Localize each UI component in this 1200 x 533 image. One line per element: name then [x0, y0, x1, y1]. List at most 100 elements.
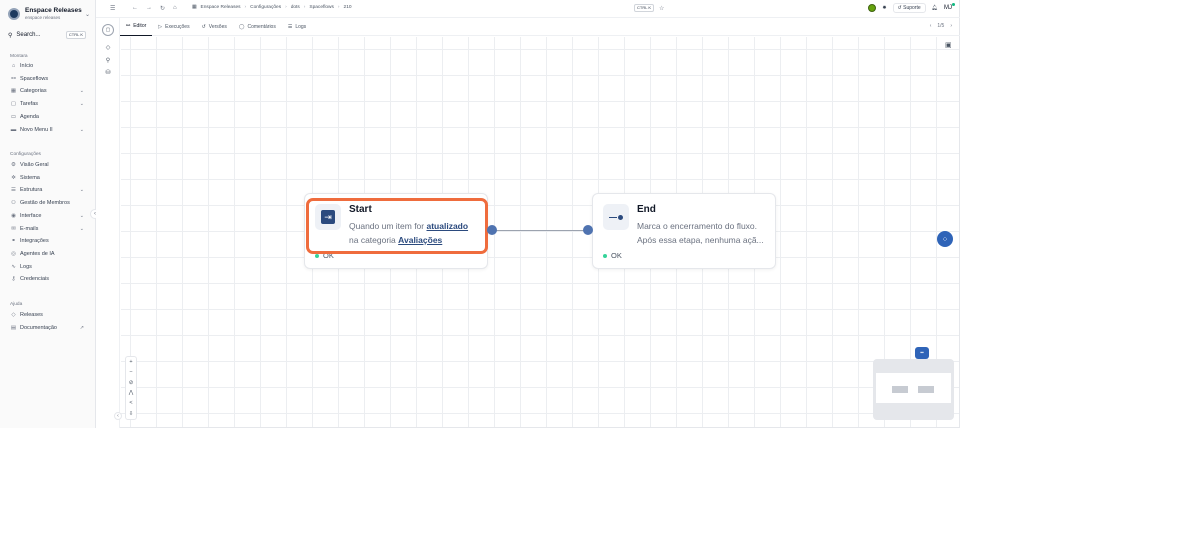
export-icon[interactable]: ⇩ — [129, 411, 134, 417]
home-icon[interactable]: ⌂ — [173, 5, 177, 11]
comment-icon: ◯ — [238, 23, 245, 30]
history-icon: ↺ — [201, 23, 206, 30]
tab-logs[interactable]: ☰ Logs — [282, 18, 312, 36]
workspace-switcher[interactable]: Enspace Releases enspace releases ⌄ — [8, 6, 90, 22]
sidebar-item-label: Agentes de IA — [20, 250, 55, 257]
sidebar-toggle-icon[interactable]: ☰ — [110, 5, 115, 12]
output-handle[interactable] — [487, 225, 497, 235]
sidebar-item[interactable]: ⌂ Início — [10, 61, 84, 71]
database-icon[interactable]: ⛁ — [103, 69, 113, 76]
share-icon[interactable]: < — [129, 400, 132, 406]
collapse-panel-icon[interactable]: ‹ — [114, 412, 122, 420]
breadcrumb-icon: ▦ — [192, 5, 197, 10]
tab-execucoes[interactable]: ▷ Execuções — [152, 18, 195, 36]
sidebar-item[interactable]: ▢ Tarefas ⌄ — [10, 99, 84, 109]
sidebar-item[interactable]: ∿ Logs — [10, 262, 84, 272]
sidebar-item-label: Interface — [20, 212, 42, 219]
tool-column: ▢ ◇ ⚲ ⛁ — [96, 18, 120, 428]
sidebar-item[interactable]: ⚷ Credenciais — [10, 274, 84, 284]
apps-fab-button[interactable]: ⁘ — [937, 231, 953, 247]
breadcrumb-item[interactable]: Spaceflows — [309, 5, 334, 10]
breadcrumb-item[interactable]: Configurações — [250, 5, 281, 10]
sidebar-item-label: Spaceflows — [20, 75, 49, 82]
theme-toggle-icon[interactable]: ✹ — [882, 5, 886, 11]
tab-versoes[interactable]: ↺ Versões — [196, 18, 233, 36]
breadcrumb-item[interactable]: dots — [291, 5, 300, 10]
sidebar-item[interactable]: ▭ Agenda — [10, 112, 84, 122]
sidebar-item-chevron: ⌄ — [79, 88, 84, 95]
back-icon[interactable]: ← — [132, 5, 138, 11]
sidebar-item[interactable]: ⚇ Gestão de Membros — [10, 198, 84, 208]
breadcrumb-item[interactable]: Enspace Releases — [201, 5, 241, 10]
minimap-toggle-button[interactable]: ▪▪ — [915, 347, 929, 359]
end-node[interactable]: End Marca o encerramento do fluxo. Após … — [592, 193, 776, 269]
menu-icon: ▬ — [10, 126, 17, 133]
tab-label: Execuções — [165, 23, 190, 30]
sidebar-item-label: Sistema — [20, 174, 40, 181]
sidebar-item[interactable]: ☰ Estrutura ⌄ — [10, 185, 84, 195]
workspace-avatar — [8, 8, 20, 20]
save-icon[interactable]: ▣ — [945, 41, 952, 49]
topbar-right: ✹ ↺ Suporte 🔔︎ MJ — [868, 3, 955, 13]
section-ajuda: Ajuda — [10, 302, 23, 307]
sidebar-item-label: Visão Geral — [20, 162, 49, 168]
sidebar-item[interactable]: ◇ Releases — [10, 310, 84, 320]
sidebar-item-label: Estrutura — [20, 187, 43, 194]
sidebar-item[interactable]: ◉ Interface ⌄ — [10, 211, 84, 221]
sidebar-item-label: Início — [20, 63, 34, 69]
star-icon[interactable]: ☆ — [659, 5, 664, 12]
sidebar-item[interactable]: ✉ E-mails ⌄ — [10, 224, 84, 234]
input-handle[interactable] — [583, 225, 593, 235]
workspace-name: Enspace Releases — [25, 7, 82, 14]
forward-icon[interactable]: → — [146, 5, 152, 11]
structure-icon: ☰ — [11, 187, 16, 194]
bot-icon: ◎ — [11, 250, 16, 257]
minimap[interactable] — [873, 359, 954, 420]
breadcrumb-item[interactable]: 210 — [344, 5, 352, 10]
editor-tabs: ⚯ Editor ▷ Execuções ↺ Versões ◯ Comentários… — [120, 18, 960, 36]
flow-canvas[interactable] — [121, 37, 959, 427]
sidebar-item[interactable]: ◎ Agentes de IA — [10, 249, 84, 259]
sidebar-item-label: E-mails — [20, 225, 39, 232]
reload-icon[interactable]: ↻ — [160, 5, 165, 12]
status-badge: OK — [603, 251, 622, 260]
tab-comentarios[interactable]: ◯ Comentários — [233, 18, 282, 36]
tab-editor[interactable]: ⚯ Editor — [120, 18, 153, 36]
pin-icon[interactable]: ⚲ — [103, 57, 113, 64]
section-configuracoes: Configurações — [10, 152, 41, 157]
search-input[interactable]: ⚲ Search... CTRL K — [8, 30, 86, 40]
tag-icon[interactable]: ◇ — [103, 44, 113, 51]
flow-icon: ⚯ — [11, 75, 16, 82]
sidebar-item[interactable]: ▬ Novo Menu II ⌄ — [10, 125, 84, 135]
sidebar-item[interactable]: ⚯ Spaceflows — [10, 74, 84, 84]
status-icon[interactable] — [868, 4, 877, 12]
sidebar-item-chevron: ⌄ — [79, 225, 84, 232]
command-shortcut[interactable]: CTRL K — [634, 4, 655, 12]
users-icon: ⚇ — [11, 200, 16, 207]
sidebar-item-chevron: ↗ — [79, 324, 84, 331]
sidebar-item[interactable]: ▦ Categorias ⌄ — [10, 86, 84, 96]
flow-icon: ⚯ — [126, 23, 131, 29]
play-icon: ▷ — [158, 23, 163, 30]
sidebar-item[interactable]: ⚙ Visão Geral — [10, 160, 84, 170]
palette-icon: ◉ — [11, 212, 16, 219]
lock-icon[interactable]: ⋀ — [129, 390, 134, 396]
next-page-icon[interactable]: › — [950, 23, 952, 29]
sidebar-item[interactable]: ⚭ Integrações — [10, 236, 84, 246]
sidebar-item[interactable]: ✲ Sistema — [10, 173, 84, 183]
activity-icon: ∿ — [11, 263, 16, 270]
connection-edge[interactable] — [496, 230, 584, 231]
topbar: ☰ ← → ↻ ⌂ ▦ Enspace Releases › Configuraç… — [96, 0, 960, 18]
sidebar-item[interactable]: ▤ Documentação ↗ — [10, 323, 84, 333]
zoom-in-icon[interactable]: + — [129, 359, 132, 365]
zoom-out-icon[interactable]: − — [129, 369, 132, 375]
tag-icon: ◇ — [11, 312, 16, 318]
bell-icon[interactable]: 🔔︎ — [932, 5, 938, 11]
node-description: Marca o encerramento do fluxo. Após essa… — [637, 221, 764, 245]
new-document-icon[interactable]: ▢ — [102, 24, 114, 36]
support-button[interactable]: ↺ Suporte — [892, 3, 926, 13]
prev-page-icon[interactable]: ‹ — [930, 23, 932, 29]
avatar[interactable]: MJ — [944, 3, 955, 11]
fit-view-icon[interactable]: ⊘ — [129, 380, 134, 386]
minimap-viewport — [876, 373, 951, 403]
